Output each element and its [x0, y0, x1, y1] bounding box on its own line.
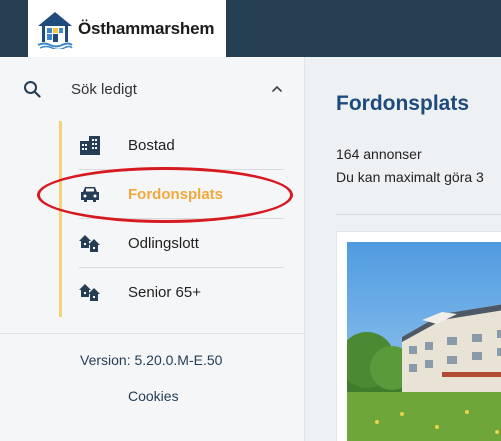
- site-logo[interactable]: Östhammarshem: [28, 0, 226, 57]
- result-count: 164 annonser: [336, 146, 422, 162]
- max-info-text: Du kan maximalt göra 3: [336, 169, 484, 185]
- sidebar-item-senior[interactable]: Senior 65+: [62, 268, 286, 317]
- version-text: Version: 5.20.0.M-E.50: [80, 352, 223, 368]
- houses-icon: [79, 235, 100, 252]
- sidebar-item-label: Bostad: [128, 137, 175, 154]
- house-logo-icon: [37, 11, 73, 49]
- chevron-up-icon[interactable]: [270, 82, 284, 96]
- search-icon: [24, 81, 41, 98]
- sidebar-divider: [0, 333, 305, 334]
- search-available-toggle[interactable]: Sök ledigt: [0, 72, 305, 106]
- main-divider: [336, 214, 501, 215]
- sidebar-item-bostad[interactable]: Bostad: [62, 121, 286, 170]
- sidebar-item-label: Fordonsplats: [128, 186, 224, 203]
- listing-image: [347, 242, 501, 441]
- sidebar-item-label: Senior 65+: [128, 284, 201, 301]
- top-bar: Östhammarshem: [0, 0, 501, 57]
- sidebar-nav: Bostad Fordonsplats Odlingslott Senior 6…: [59, 121, 286, 317]
- houses-icon: [79, 284, 100, 301]
- logo-text: Östhammarshem: [78, 18, 215, 38]
- page-title: Fordonsplats: [336, 92, 470, 115]
- sidebar: Sök ledigt Bostad Fordonsplats Odlingslo…: [0, 57, 305, 441]
- building-icon: [80, 136, 100, 155]
- main-content: Fordonsplats 164 annonser Du kan maximal…: [306, 57, 501, 441]
- cookies-link[interactable]: Cookies: [128, 388, 179, 404]
- sidebar-item-fordonsplats[interactable]: Fordonsplats: [62, 170, 286, 219]
- car-icon: [81, 187, 99, 202]
- sidebar-item-odlingslott[interactable]: Odlingslott: [62, 219, 286, 268]
- sidebar-item-label: Odlingslott: [128, 235, 199, 252]
- search-available-label: Sök ledigt: [71, 81, 137, 98]
- listing-card[interactable]: [336, 231, 501, 441]
